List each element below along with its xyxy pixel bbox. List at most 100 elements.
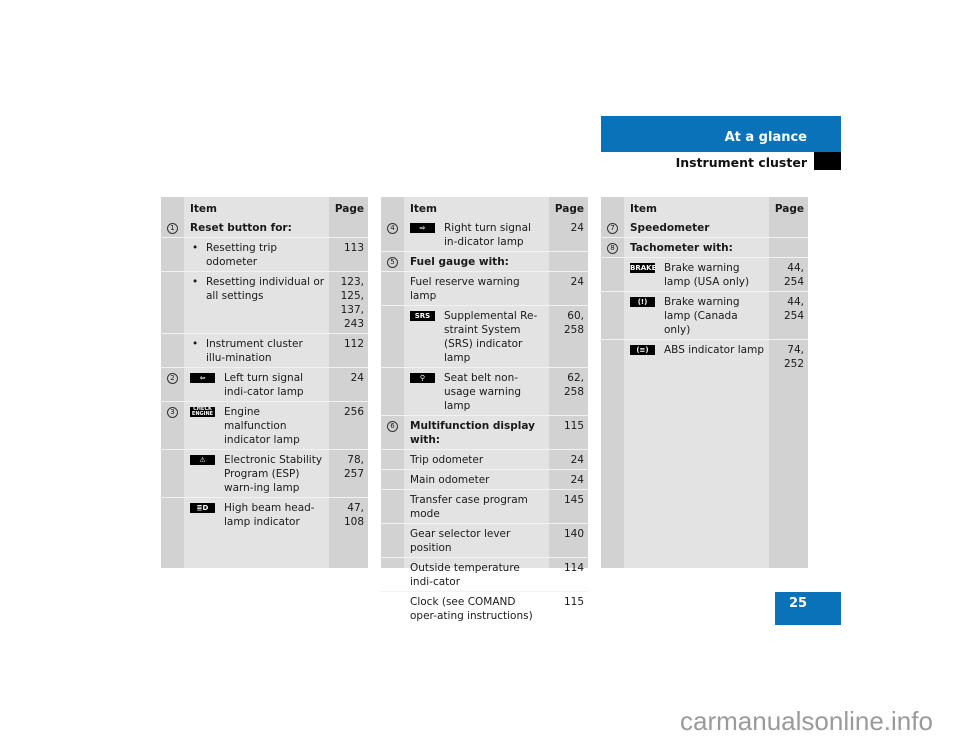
- item-label: Trip odometer: [410, 454, 484, 466]
- item-label: Reset button for:: [190, 222, 292, 234]
- item-cell: Multifunction display with:: [404, 419, 549, 447]
- item-number: [161, 453, 184, 495]
- page-reference[interactable]: [549, 255, 588, 269]
- item-label: Supplemental Re-straint System (SRS) ind…: [444, 310, 538, 364]
- item-number-badge: 2: [167, 373, 178, 384]
- item-header: Item: [190, 203, 217, 215]
- item-label: Instrument cluster illu-mination: [206, 338, 303, 364]
- item-number-badge: 6: [387, 421, 398, 432]
- item-number-badge: 7: [607, 223, 618, 234]
- page-reference[interactable]: 24: [549, 453, 588, 467]
- item-cell: Tachometer with:: [624, 241, 769, 255]
- page-reference[interactable]: 74, 252: [769, 343, 808, 371]
- page-reference[interactable]: [769, 241, 808, 255]
- item-number: 6: [381, 419, 404, 447]
- item-label: High beam head-lamp indicator: [224, 502, 315, 528]
- item-number: [601, 261, 624, 289]
- item-label: Fuel gauge with:: [410, 256, 509, 268]
- item-header: Item: [410, 203, 437, 215]
- item-header: Item: [630, 203, 657, 215]
- item-number-badge: 5: [387, 257, 398, 268]
- item-label: Gear selector lever position: [410, 528, 511, 554]
- page-reference[interactable]: 24: [549, 275, 588, 303]
- page-reference[interactable]: 24: [549, 221, 588, 249]
- watermark: carmanualsonline.info: [680, 706, 933, 736]
- item-cell: ⇨ Right turn signal in-dicator lamp: [404, 221, 549, 249]
- item-cell: (!) Brake warning lamp (Canada only): [624, 295, 769, 337]
- page-reference[interactable]: 115: [549, 419, 588, 447]
- table-row: Gear selector lever position 140: [381, 523, 588, 557]
- item-number: 4: [381, 221, 404, 249]
- item-label: Brake warning lamp (USA only): [664, 262, 750, 288]
- item-label: Right turn signal in-dicator lamp: [444, 222, 531, 248]
- item-number: [161, 241, 184, 269]
- item-label: Transfer case program mode: [410, 494, 528, 520]
- item-cell: ⚠ Electronic Stability Program (ESP) warn…: [184, 453, 329, 495]
- item-number: [381, 275, 404, 303]
- item-cell: CHECK ENGINE Engine malfunction indicator…: [184, 405, 329, 447]
- page-reference[interactable]: 123, 125, 137, 243: [329, 275, 368, 331]
- page-reference[interactable]: 115: [549, 595, 588, 623]
- item-cell: ⇦ Left turn signal indi-cator lamp: [184, 371, 329, 399]
- table-row: Fuel reserve warning lamp 24: [381, 271, 588, 305]
- page-reference[interactable]: 47, 108: [329, 501, 368, 529]
- item-cell: Fuel gauge with:: [404, 255, 549, 269]
- page-reference[interactable]: 44, 254: [769, 295, 808, 337]
- item-cell: • Instrument cluster illu-mination: [184, 337, 329, 365]
- table-row: 8 Tachometer with:: [601, 237, 808, 257]
- item-number-badge: 3: [167, 407, 178, 418]
- page-reference[interactable]: 60, 258: [549, 309, 588, 365]
- brake-warning-canada-icon: (!): [630, 297, 655, 307]
- page-header: Page: [554, 203, 584, 215]
- page-header: Page: [774, 203, 804, 215]
- esp-warning-icon: ⚠: [190, 455, 215, 465]
- table-row: 5 Fuel gauge with:: [381, 251, 588, 271]
- page-subtitle: Instrument cluster: [675, 155, 807, 170]
- check-engine-icon: CHECK ENGINE: [190, 407, 215, 417]
- table-row: ⚲ Seat belt non-usage warning lamp 62, 258: [381, 367, 588, 415]
- item-number-badge: 1: [167, 223, 178, 234]
- page-reference[interactable]: 112: [329, 337, 368, 365]
- table-row: ≣D High beam head-lamp indicator 47, 108: [161, 497, 368, 531]
- page-reference[interactable]: 114: [549, 561, 588, 589]
- table-row: Outside temperature indi-cator 114: [381, 557, 588, 591]
- section-title: At a glance: [724, 130, 807, 145]
- page-reference[interactable]: 113: [329, 241, 368, 269]
- item-number-badge: 4: [387, 223, 398, 234]
- item-cell: Fuel reserve warning lamp: [404, 275, 549, 303]
- section-tab-marker: [814, 152, 841, 170]
- page-reference[interactable]: 256: [329, 405, 368, 447]
- item-number: [381, 453, 404, 467]
- number-header: [601, 202, 624, 216]
- table-row: 6 Multifunction display with: 115: [381, 415, 588, 449]
- table-row: ⚠ Electronic Stability Program (ESP) warn…: [161, 449, 368, 497]
- item-cell: • Resetting individual or all settings: [184, 275, 329, 331]
- page-reference[interactable]: 24: [549, 473, 588, 487]
- item-label: ABS indicator lamp: [664, 344, 765, 356]
- page-reference[interactable]: 140: [549, 527, 588, 555]
- item-cell: ≣D High beam head-lamp indicator: [184, 501, 329, 529]
- page-reference[interactable]: [329, 221, 368, 235]
- left-turn-signal-icon: ⇦: [190, 373, 215, 383]
- page-reference[interactable]: 44, 254: [769, 261, 808, 289]
- item-number: [381, 561, 404, 589]
- high-beam-icon: ≣D: [190, 503, 215, 513]
- item-label: Clock (see COMAND oper-ating instruction…: [410, 596, 533, 622]
- item-cell: • Resetting trip odometer: [184, 241, 329, 269]
- page-reference[interactable]: 78, 257: [329, 453, 368, 495]
- page-reference[interactable]: 24: [329, 371, 368, 399]
- table-header-row: Item Page: [601, 197, 808, 218]
- page-reference[interactable]: 145: [549, 493, 588, 521]
- bullet-icon: •: [192, 276, 199, 288]
- item-table-2: Item Page 4 ⇨ Right turn signal in-dicator l…: [381, 197, 588, 622]
- page-reference[interactable]: 62, 258: [549, 371, 588, 413]
- page-reference[interactable]: [769, 221, 808, 235]
- item-number: [161, 501, 184, 529]
- srs-icon: SRS: [410, 311, 435, 321]
- item-number: [381, 493, 404, 521]
- seat-belt-icon: ⚲: [410, 373, 435, 383]
- item-number: 7: [601, 221, 624, 235]
- item-number: 1: [161, 221, 184, 235]
- item-cell: Gear selector lever position: [404, 527, 549, 555]
- item-label: Left turn signal indi-cator lamp: [224, 372, 304, 398]
